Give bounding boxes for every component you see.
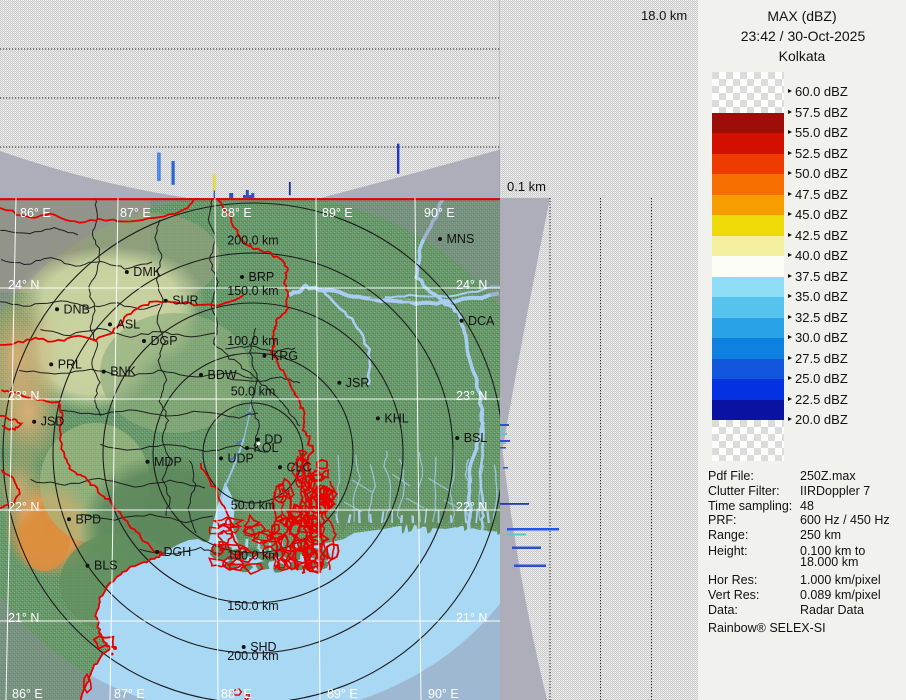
svg-text:ASL: ASL (117, 317, 141, 331)
svg-text:88° E: 88° E (221, 687, 252, 700)
svg-text:BRP: BRP (249, 270, 275, 284)
svg-text:86° E: 86° E (12, 687, 43, 700)
svg-text:CLC: CLC (287, 460, 312, 474)
svg-text:BNK: BNK (110, 365, 136, 379)
svg-text:SUR: SUR (172, 294, 198, 308)
svg-text:KRG: KRG (271, 349, 298, 363)
svg-text:DNB: DNB (64, 302, 90, 316)
svg-text:JSR: JSR (346, 376, 370, 390)
svg-text:MNS: MNS (447, 232, 475, 246)
svg-text:86° E: 86° E (20, 206, 51, 220)
svg-text:90° E: 90° E (428, 687, 459, 700)
svg-text:23° N: 23° N (456, 389, 487, 403)
svg-text:100.0 km: 100.0 km (227, 334, 278, 348)
svg-text:24° N: 24° N (456, 278, 487, 292)
svg-text:50.0 km: 50.0 km (231, 385, 275, 399)
svg-text:150.0 km: 150.0 km (227, 599, 278, 613)
svg-text:87° E: 87° E (114, 687, 145, 700)
svg-text:22° N: 22° N (456, 500, 487, 514)
svg-text:DGH: DGH (164, 545, 192, 559)
svg-text:MDP: MDP (154, 455, 182, 469)
svg-text:24° N: 24° N (8, 278, 39, 292)
svg-text:21° N: 21° N (8, 611, 39, 625)
svg-text:90° E: 90° E (424, 206, 455, 220)
svg-text:DGP: DGP (151, 334, 178, 348)
svg-text:100.0 km: 100.0 km (227, 549, 278, 563)
svg-text:SHD: SHD (250, 640, 276, 654)
svg-text:DMK: DMK (133, 265, 161, 279)
svg-text:BDW: BDW (208, 368, 237, 382)
svg-text:KHL: KHL (384, 411, 408, 425)
svg-text:200.0 km: 200.0 km (227, 234, 278, 248)
svg-text:BPD: BPD (76, 512, 102, 526)
svg-text:BSL: BSL (464, 431, 488, 445)
svg-text:150.0 km: 150.0 km (227, 284, 278, 298)
svg-text:50.0 km: 50.0 km (231, 499, 275, 513)
svg-text:BLS: BLS (94, 559, 118, 573)
svg-text:89° E: 89° E (322, 206, 353, 220)
svg-text:22° N: 22° N (8, 500, 39, 514)
svg-text:23° N: 23° N (8, 389, 39, 403)
svg-text:UDP: UDP (228, 451, 254, 465)
svg-text:JSD: JSD (41, 415, 65, 429)
svg-text:PRL: PRL (58, 357, 82, 371)
svg-text:21° N: 21° N (456, 611, 487, 625)
svg-text:87° E: 87° E (120, 206, 151, 220)
svg-text:89° E: 89° E (327, 687, 358, 700)
svg-text:88° E: 88° E (221, 206, 252, 220)
svg-text:DCA: DCA (468, 314, 495, 328)
